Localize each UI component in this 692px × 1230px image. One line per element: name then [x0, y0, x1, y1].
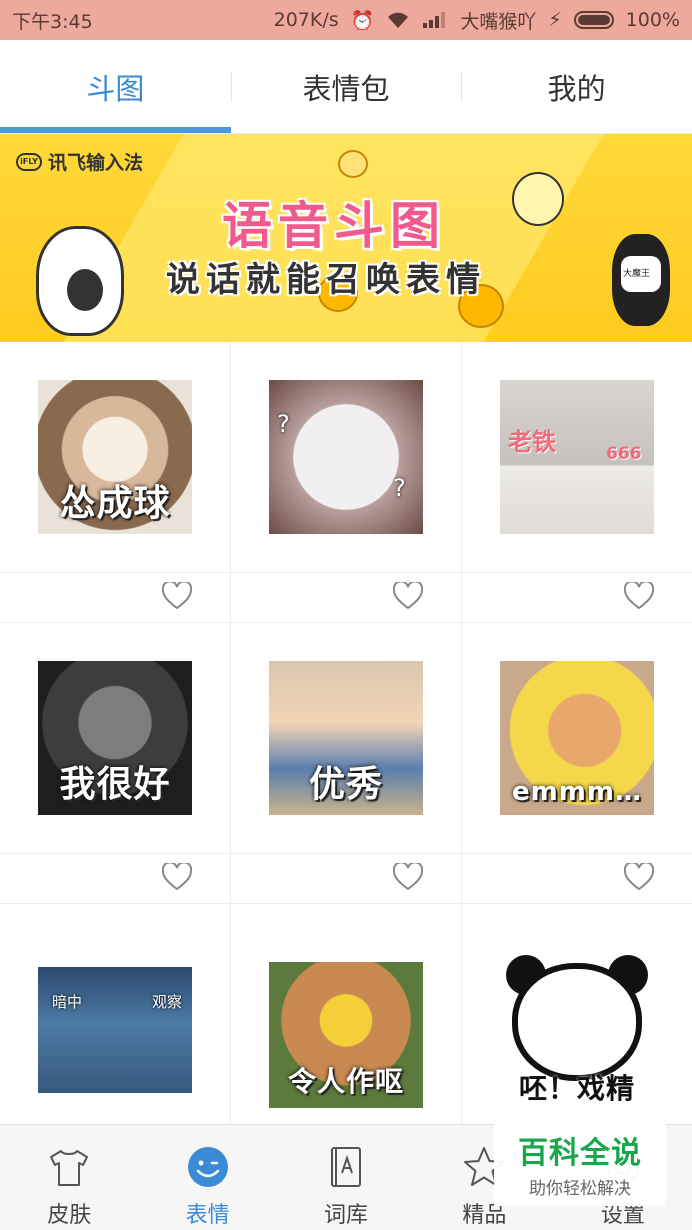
wifi-icon: [388, 12, 409, 28]
status-time: 下午3:45: [12, 10, 93, 33]
panda-face-icon: [512, 962, 642, 1081]
brand-logo: iFLY 讯飞输入法: [16, 148, 143, 175]
promo-banner[interactable]: iFLY 讯飞输入法 大魔王 语音斗图 说话就能召唤表情: [0, 134, 692, 342]
charging-icon: ⚡: [548, 9, 562, 31]
banner-subtitle: 说话就能召唤表情: [166, 260, 486, 300]
heart-icon[interactable]: [624, 863, 654, 891]
shirt-icon: [50, 1150, 89, 1186]
sticker-tag: 666: [606, 444, 642, 464]
sticker-tag: ?: [277, 410, 290, 438]
tab-indicator: [0, 127, 231, 133]
bandaged-cat-photo-sticker[interactable]: 我很好: [38, 661, 192, 815]
heart-icon[interactable]: [624, 582, 654, 610]
smiley-icon: [187, 1147, 228, 1187]
heart-icon[interactable]: [393, 582, 423, 610]
demon-mascot-icon: 大魔王: [612, 234, 670, 326]
sticker-card: 优秀: [231, 623, 462, 903]
heart-icon[interactable]: [162, 582, 192, 610]
grid-row: 怂成球 ? ? 老铁 666: [0, 342, 692, 623]
sticker-grid: 怂成球 ? ? 老铁 666 我很好 优秀 emmm… 暗中 观察 令人作呕 呸…: [0, 342, 692, 1135]
sticker-tag: 暗中: [52, 992, 83, 1011]
ifly-logo-icon: iFLY: [16, 152, 42, 171]
book-icon: [331, 1147, 362, 1187]
sticker-caption: 我很好: [59, 764, 171, 805]
heart-icon[interactable]: [162, 863, 192, 891]
sticker-card: ? ?: [231, 342, 462, 622]
nav-item-skins[interactable]: 皮肤: [0, 1125, 138, 1230]
anime-boy-sticker[interactable]: 优秀: [269, 661, 423, 815]
battery-icon: [573, 11, 614, 29]
watermark-subtitle: 助你轻松解决: [529, 1178, 631, 1199]
tab-emoji-packs[interactable]: 表情包: [230, 40, 462, 133]
network-speed: 207K/s: [273, 9, 339, 31]
shouting-mascot-icon: [36, 226, 124, 336]
sticker-caption: 呸！戏精: [518, 1071, 635, 1105]
sticker-caption: 令人作呕: [287, 1064, 404, 1098]
sticker-tag: ?: [393, 474, 406, 502]
grid-row: 我很好 优秀 emmm…: [0, 623, 692, 904]
chick-sticker-icon: [512, 172, 564, 226]
battery-level: 100%: [625, 9, 680, 31]
nav-label: 词库: [324, 1203, 369, 1228]
sticker-card: 令人作呕: [231, 904, 462, 1135]
demon-mascot-label: 大魔王: [623, 269, 651, 279]
child-window-photo-sticker[interactable]: 暗中 观察: [38, 966, 192, 1093]
watermark: 百科全说 助你轻松解决: [494, 1120, 666, 1206]
minion-cat-photo-sticker[interactable]: 令人作呕: [269, 961, 423, 1108]
banner-title: 语音斗图: [222, 196, 446, 255]
sticker-caption: 优秀: [308, 764, 383, 805]
sticker-caption: 怂成球: [59, 483, 171, 524]
grid-row: 暗中 观察 令人作呕 呸！戏精: [0, 904, 692, 1135]
hamster-sticker-icon: [338, 150, 368, 178]
sticker-card: 呸！戏精: [462, 904, 692, 1135]
sticker-tag: 老铁: [508, 428, 556, 456]
sticker-tag: 观察: [152, 992, 183, 1011]
nav-item-emoji[interactable]: 表情: [138, 1125, 276, 1230]
sticker-card: 老铁 666: [462, 342, 692, 622]
white-cat-photo-sticker[interactable]: ? ?: [269, 380, 423, 534]
heart-icon[interactable]: [393, 863, 423, 891]
sticker-card: 暗中 观察: [0, 904, 231, 1135]
sticker-caption: emmm…: [512, 777, 642, 807]
nav-item-dictionary[interactable]: 词库: [277, 1125, 415, 1230]
brand-logo-text: 讯飞输入法: [48, 152, 144, 174]
panda-face-sticker[interactable]: 呸！戏精: [500, 954, 654, 1115]
alarm-icon: ⏰: [350, 9, 375, 32]
cat-photo-sticker[interactable]: 怂成球: [38, 380, 192, 534]
nav-label: 皮肤: [47, 1203, 92, 1228]
top-tabs: 斗图 表情包 我的: [0, 40, 692, 134]
carrier-name: 大嘴猴吖: [460, 10, 537, 33]
sticker-card: 怂成球: [0, 342, 231, 622]
shiba-dog-photo-sticker[interactable]: emmm…: [500, 661, 654, 815]
sticker-card: emmm…: [462, 623, 692, 903]
tab-doutu[interactable]: 斗图: [0, 40, 231, 133]
tab-mine[interactable]: 我的: [461, 40, 692, 133]
status-bar: 下午3:45 207K/s ⏰ 大嘴猴吖 ⚡ 100%: [0, 0, 692, 40]
watermark-title: 百科全说: [518, 1135, 642, 1171]
cats-photo-sticker[interactable]: 老铁 666: [500, 380, 654, 534]
sticker-card: 我很好: [0, 623, 231, 903]
signal-icon: [423, 12, 446, 28]
nav-label: 表情: [185, 1203, 230, 1228]
